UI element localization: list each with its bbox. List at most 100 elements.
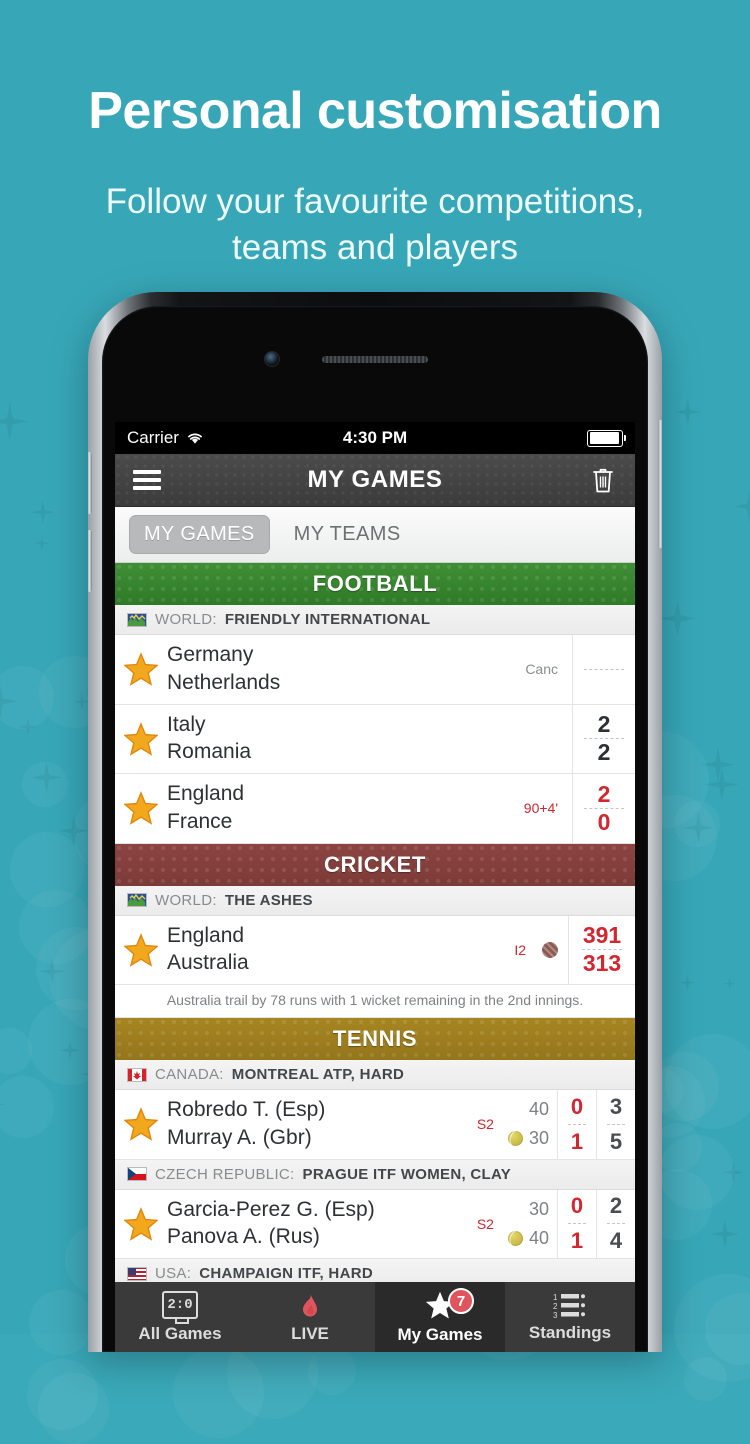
- table-row[interactable]: Robredo T. (Esp) Murray A. (Gbr) S2 40 3…: [115, 1090, 635, 1160]
- games-column: 0 1: [557, 1189, 596, 1259]
- home-games: 0: [570, 1193, 584, 1219]
- star-icon[interactable]: [115, 705, 167, 774]
- table-row[interactable]: England France 90+4' 2 0: [115, 774, 635, 844]
- tab-label: My Games: [397, 1324, 483, 1344]
- home-player-name: Robredo T. (Esp): [167, 1098, 326, 1122]
- tab-live[interactable]: LIVE: [245, 1282, 375, 1352]
- away-points-row: 40: [507, 1227, 549, 1249]
- score-cell: 2 2: [572, 704, 635, 774]
- sets-divider: [607, 1223, 625, 1225]
- status-bar: Carrier 4:30 PM: [115, 422, 635, 454]
- tab-all-games[interactable]: 2:0 All Games: [115, 1282, 245, 1352]
- games-divider: [568, 1223, 586, 1225]
- home-player-name: Garcia-Perez G. (Esp): [167, 1197, 375, 1221]
- tab-standings[interactable]: 1 2 3 Standings: [505, 1282, 635, 1352]
- background-circle: [27, 1359, 99, 1431]
- sets-column: 3 5: [596, 1090, 635, 1159]
- background-circle: [0, 1076, 54, 1138]
- match-status-cell: S2: [477, 1190, 508, 1259]
- star-icon[interactable]: [115, 635, 167, 704]
- hamburger-menu-icon[interactable]: [133, 470, 161, 490]
- carrier-label: Carrier: [127, 428, 179, 447]
- tennis-ball-icon: [507, 1230, 523, 1246]
- home-points-row: 30: [529, 1198, 549, 1220]
- sets-divider: [607, 1123, 625, 1125]
- home-points: 30: [528, 1198, 549, 1219]
- battery-icon: [587, 429, 626, 447]
- home-score: 2: [597, 711, 611, 738]
- bottom-tab-bar: 2:0 All Games LIVE 7 My Games 1 2 3 Stan…: [115, 1282, 635, 1352]
- competition-header-prague-itf[interactable]: CZECH REPUBLIC: PRAGUE ITF WOMEN, CLAY: [115, 1159, 635, 1190]
- table-row[interactable]: Italy Romania 2 2: [115, 704, 635, 775]
- usa-flag-icon: [127, 1266, 147, 1281]
- games-divider: [568, 1123, 586, 1125]
- power-button[interactable]: [658, 420, 662, 548]
- home-team-name: England: [167, 782, 245, 806]
- competition-header-the-ashes[interactable]: WORLD: THE ASHES: [115, 885, 635, 916]
- away-score: 2: [597, 739, 611, 766]
- canada-flag-icon: [127, 1067, 147, 1082]
- background-sparkle: [704, 767, 739, 802]
- home-points: 40: [528, 1099, 549, 1120]
- home-team-name: Germany: [167, 643, 254, 666]
- competition-name: THE ASHES: [224, 891, 313, 909]
- scoreboard-icon-text: 2:0: [167, 1296, 193, 1313]
- status-badge: S2: [476, 1116, 494, 1133]
- svg-text:3: 3: [553, 1311, 558, 1318]
- match-teams: Robredo T. (Esp) Murray A. (Gbr): [167, 1090, 477, 1159]
- star-icon[interactable]: [115, 774, 167, 843]
- table-row[interactable]: England Australia I2 391 313: [115, 915, 635, 986]
- background-sparkle: [33, 535, 51, 552]
- away-sets: 4: [609, 1228, 623, 1254]
- wifi-icon: [188, 433, 202, 444]
- tab-my-games-nav[interactable]: 7 My Games: [375, 1282, 505, 1352]
- section-header-football[interactable]: FOOTBALL: [115, 563, 635, 605]
- table-row[interactable]: Garcia-Perez G. (Esp) Panova A. (Rus) S2…: [115, 1189, 635, 1260]
- competition-header-friendly-international[interactable]: WORLD: FRIENDLY INTERNATIONAL: [115, 605, 635, 635]
- competition-country: WORLD:: [155, 891, 217, 909]
- volume-up-button[interactable]: [88, 452, 92, 514]
- away-games: 1: [570, 1228, 584, 1254]
- home-team-name: Italy: [167, 712, 206, 736]
- tab-my-teams[interactable]: MY TEAMS: [280, 516, 415, 553]
- match-status-cell: 90+4': [524, 774, 572, 843]
- status-badge: Canc: [525, 661, 558, 678]
- score-cell: 2 0: [572, 774, 635, 843]
- away-team-name: Romania: [167, 740, 252, 764]
- trash-icon[interactable]: [591, 466, 615, 494]
- home-games: 0: [570, 1093, 584, 1119]
- match-teams: Germany Netherlands: [167, 635, 525, 704]
- star-icon[interactable]: [115, 916, 167, 985]
- competition-country: CANADA:: [155, 1066, 224, 1084]
- status-bar-right: [587, 429, 626, 447]
- volume-down-button[interactable]: [88, 530, 92, 592]
- section-header-cricket[interactable]: CRICKET: [115, 843, 635, 886]
- czech-flag-icon: [127, 1167, 147, 1182]
- background-sparkle: [723, 977, 736, 990]
- away-sets: 5: [609, 1128, 623, 1154]
- score-placeholder-dash: [584, 668, 624, 670]
- away-team-name: France: [167, 809, 233, 833]
- away-games: 1: [570, 1128, 584, 1154]
- competition-country: CZECH REPUBLIC:: [155, 1165, 295, 1183]
- status-badge: I2: [514, 941, 526, 958]
- star-icon[interactable]: [115, 1190, 167, 1259]
- cricket-ball-icon: [542, 941, 558, 958]
- star-icon[interactable]: [115, 1090, 167, 1159]
- promo-copy: Personal customisation Follow your favou…: [0, 84, 750, 272]
- competition-country: USA:: [155, 1265, 192, 1283]
- scoreboard-icon: 2:0: [162, 1290, 198, 1324]
- home-sets: 2: [609, 1193, 623, 1219]
- table-row[interactable]: Germany Netherlands Canc: [115, 635, 635, 705]
- home-score: 2: [597, 780, 611, 807]
- away-player-name: Murray A. (Gbr): [167, 1125, 312, 1149]
- promo-subhead-line1: Follow your favourite competitions,: [105, 181, 645, 221]
- cricket-match-note: Australia trail by 78 runs with 1 wicket…: [115, 985, 635, 1019]
- section-header-tennis[interactable]: TENNIS: [115, 1018, 635, 1061]
- competition-name: PRAGUE ITF WOMEN, CLAY: [302, 1165, 512, 1183]
- away-team-name: Netherlands: [167, 670, 281, 694]
- tab-my-games[interactable]: MY GAMES: [129, 515, 270, 554]
- home-sets: 3: [609, 1093, 623, 1119]
- background-sparkle: [679, 974, 696, 991]
- competition-header-montreal-atp[interactable]: CANADA: MONTREAL ATP, HARD: [115, 1060, 635, 1091]
